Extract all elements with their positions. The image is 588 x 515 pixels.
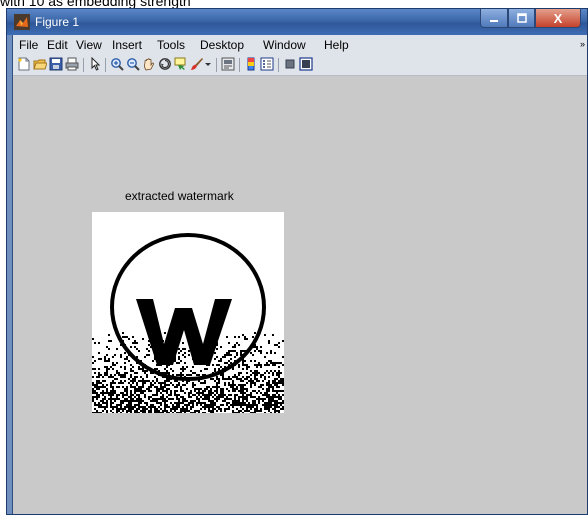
open-file-icon[interactable]: [33, 57, 47, 71]
zoom-in-icon[interactable]: [110, 57, 124, 71]
close-button[interactable]: X: [535, 9, 581, 28]
show-plot-tools-icon[interactable]: [299, 57, 313, 71]
extracted-watermark-image: [92, 212, 284, 413]
pointer-icon[interactable]: [88, 57, 102, 71]
save-icon[interactable]: [49, 57, 63, 71]
matlab-logo-icon: [14, 14, 30, 30]
close-icon: X: [553, 10, 563, 26]
toolbar-separator: [278, 58, 279, 72]
new-figure-icon[interactable]: [17, 57, 31, 71]
title-bar[interactable]: Figure 1 X: [7, 9, 587, 36]
minimize-icon: [490, 20, 498, 22]
toolbar-separator: [239, 58, 240, 72]
link-plot-icon[interactable]: [221, 57, 235, 71]
window-title: Figure 1: [35, 15, 80, 29]
axes-title: extracted watermark: [125, 189, 234, 203]
menu-file[interactable]: File: [19, 38, 38, 52]
print-icon[interactable]: [65, 57, 79, 71]
toolbar-separator: [105, 58, 106, 72]
maximize-icon: [516, 13, 527, 23]
menu-help[interactable]: Help: [324, 38, 349, 52]
rotate-3d-icon[interactable]: [158, 57, 172, 71]
menu-window[interactable]: Window: [263, 38, 306, 52]
figure-toolbar: [13, 55, 587, 76]
menu-overflow-icon[interactable]: »: [580, 39, 585, 49]
toolbar-separator: [83, 58, 84, 72]
menu-insert[interactable]: Insert: [112, 38, 142, 52]
menu-tools[interactable]: Tools: [157, 38, 185, 52]
figure-window: Figure 1 X File Edit View Insert Tools D…: [6, 8, 588, 515]
brush-dropdown-icon[interactable]: [204, 57, 212, 71]
zoom-out-icon[interactable]: [126, 57, 140, 71]
brush-icon[interactable]: [190, 57, 204, 71]
menu-edit[interactable]: Edit: [47, 38, 68, 52]
pan-icon[interactable]: [142, 57, 156, 71]
menu-bar: File Edit View Insert Tools Desktop Wind…: [13, 35, 587, 55]
minimize-button[interactable]: [480, 9, 508, 28]
menu-desktop[interactable]: Desktop: [200, 38, 244, 52]
colorbar-icon[interactable]: [244, 57, 258, 71]
hide-plot-tools-icon[interactable]: [283, 57, 297, 71]
maximize-button[interactable]: [508, 9, 535, 28]
toolbar-separator: [216, 58, 217, 72]
menu-view[interactable]: View: [76, 38, 102, 52]
data-cursor-icon[interactable]: [174, 57, 188, 71]
legend-icon[interactable]: [260, 57, 274, 71]
